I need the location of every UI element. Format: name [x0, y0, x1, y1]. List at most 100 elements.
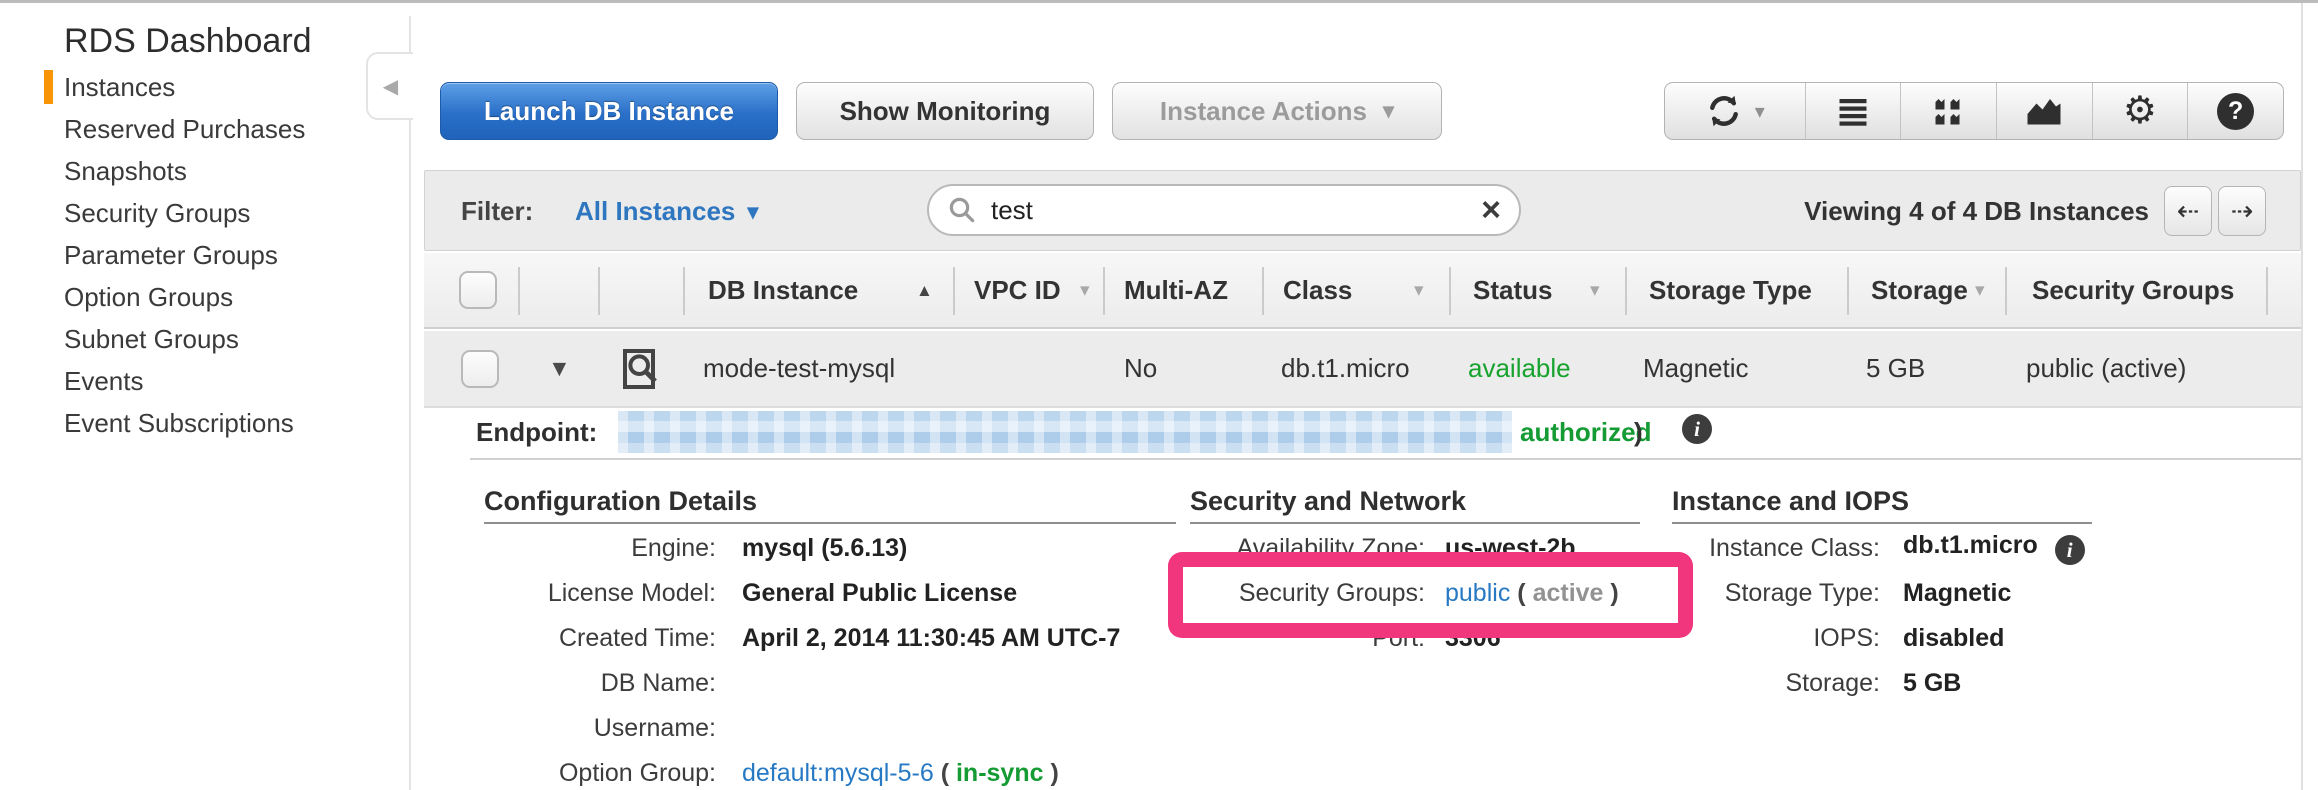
security-group-link[interactable]: public: [1445, 579, 1510, 607]
column-divider: [683, 267, 685, 315]
endpoint-label: Endpoint:: [476, 417, 597, 448]
column-header-storage-type[interactable]: Storage Type: [1649, 275, 1812, 306]
grid-view-button[interactable]: [1900, 83, 1996, 139]
filter-label: Filter:: [461, 196, 533, 227]
column-menu-icon[interactable]: ▾: [1975, 279, 1985, 302]
monitoring-view-button[interactable]: [1996, 83, 2092, 139]
cell-status: available: [1468, 353, 1571, 384]
sidebar-item-reserved-purchases[interactable]: Reserved Purchases: [0, 108, 405, 150]
column-header-vpc-id[interactable]: VPC ID: [974, 275, 1061, 306]
sidebar-item-instances[interactable]: Instances: [0, 66, 405, 108]
column-header-db-instance[interactable]: DB Instance: [708, 275, 858, 306]
refresh-menu-chevron-icon[interactable]: ▾: [1755, 99, 1765, 124]
sidebar-item-subnet-groups[interactable]: Subnet Groups: [0, 318, 405, 360]
select-all-checkbox[interactable]: [459, 271, 497, 309]
cell-multi-az: No: [1124, 353, 1157, 384]
previous-page-button[interactable]: ⇠: [2164, 186, 2212, 236]
endpoint-value-redacted: [618, 411, 1512, 453]
show-monitoring-button[interactable]: Show Monitoring: [796, 82, 1094, 140]
detail-row-engine: Engine: mysql (5.6.13): [484, 532, 1176, 564]
column-divider: [953, 267, 955, 315]
detail-row-instance-class: Instance Class: db.t1.micro i: [1672, 532, 2092, 564]
list-view-button[interactable]: [1805, 83, 1901, 139]
clear-search-icon[interactable]: ×: [1481, 193, 1501, 227]
section-heading: Configuration Details: [484, 486, 1176, 524]
filter-dropdown[interactable]: All Instances ▾: [575, 196, 758, 227]
column-header-status[interactable]: Status: [1473, 275, 1552, 306]
column-header-class[interactable]: Class: [1283, 275, 1352, 306]
instance-actions-button[interactable]: Instance Actions ▾: [1112, 82, 1442, 140]
column-menu-icon[interactable]: ▾: [1590, 279, 1600, 302]
endpoint-status: authorized: [1520, 417, 1651, 448]
detail-row-username: Username:: [484, 712, 1176, 744]
row-checkbox[interactable]: [461, 350, 499, 388]
detail-row-port: Port: 3306: [1190, 622, 1640, 654]
sidebar-divider: [409, 16, 411, 790]
help-icon: ?: [2217, 93, 2254, 130]
endpoint-close-paren: ): [1634, 417, 1643, 448]
detail-row-security-groups: Security Groups: public ( active ): [1190, 577, 1640, 609]
option-group-status: in-sync: [956, 759, 1044, 787]
column-header-multi-az[interactable]: Multi-AZ: [1124, 275, 1228, 306]
sidebar-item-event-subscriptions[interactable]: Event Subscriptions: [0, 402, 405, 444]
table-header: DB Instance ▲ VPC ID ▾ Multi-AZ Class ▾ …: [424, 253, 2301, 329]
sidebar-item-events[interactable]: Events: [0, 360, 405, 402]
launch-db-instance-button[interactable]: Launch DB Instance: [440, 82, 778, 140]
detail-row-iops: IOPS: disabled: [1672, 622, 2092, 654]
sidebar-item-snapshots[interactable]: Snapshots: [0, 150, 405, 192]
section-heading: Instance and IOPS: [1672, 486, 2092, 524]
viewing-count-text: Viewing 4 of 4 DB Instances: [1669, 196, 2149, 227]
filter-bar: Filter: All Instances ▾ × Viewing 4 of 4…: [424, 170, 2301, 251]
option-group-link[interactable]: default:mysql-5-6: [742, 759, 934, 787]
refresh-icon: [1705, 92, 1743, 130]
info-icon[interactable]: i: [2055, 535, 2085, 565]
help-button[interactable]: ?: [2187, 83, 2283, 139]
configuration-details-section: Configuration Details Engine: mysql (5.6…: [484, 486, 1176, 790]
column-divider: [1262, 267, 1264, 315]
next-page-button[interactable]: ⇢: [2218, 186, 2266, 236]
column-divider: [1103, 267, 1105, 315]
info-icon[interactable]: i: [1682, 414, 1712, 444]
detail-row-storage-type: Storage Type: Magnetic: [1672, 577, 2092, 609]
sidebar-item-option-groups[interactable]: Option Groups: [0, 276, 405, 318]
detail-row-availability-zone: Availability Zone: us-west-2b: [1190, 532, 1640, 564]
row-expand-icon[interactable]: ▼: [548, 355, 571, 382]
sort-ascending-icon[interactable]: ▲: [916, 281, 933, 301]
chevron-down-icon: ▾: [747, 201, 758, 223]
page-title: RDS Dashboard: [64, 22, 312, 61]
search-box: ×: [927, 184, 1521, 236]
cell-storage-type: Magnetic: [1643, 353, 1749, 384]
next-page-icon: ⇢: [2231, 196, 2254, 227]
monitoring-chart-icon: [2024, 93, 2064, 129]
chevron-down-icon: ▾: [1383, 100, 1394, 122]
search-input[interactable]: [989, 194, 1481, 227]
column-menu-icon[interactable]: ▾: [1080, 279, 1090, 302]
column-menu-icon[interactable]: ▾: [1414, 279, 1424, 302]
column-header-security-groups[interactable]: Security Groups: [2032, 275, 2234, 306]
settings-gear-icon: ⚙: [2123, 92, 2157, 130]
sidebar-item-parameter-groups[interactable]: Parameter Groups: [0, 234, 405, 276]
cell-class: db.t1.micro: [1281, 353, 1410, 384]
table-row[interactable]: ▼ mode-test-mysql No db.t1.micro availab…: [424, 331, 2301, 408]
refresh-button[interactable]: ▾: [1665, 83, 1805, 139]
sidebar-item-security-groups[interactable]: Security Groups: [0, 192, 405, 234]
grid-view-icon: [1931, 93, 1967, 129]
detail-row-db-name: DB Name:: [484, 667, 1176, 699]
detail-row-license-model: License Model: General Public License: [484, 577, 1176, 609]
search-icon: [947, 195, 977, 225]
column-header-storage[interactable]: Storage: [1871, 275, 1968, 306]
column-divider: [598, 267, 600, 315]
instance-iops-section: Instance and IOPS Instance Class: db.t1.…: [1672, 486, 2092, 712]
top-border: [0, 0, 2318, 3]
right-border: [2301, 3, 2303, 790]
inspect-details-icon[interactable]: [622, 348, 662, 392]
sidebar-nav: Instances Reserved Purchases Snapshots S…: [0, 66, 405, 444]
cell-db-instance: mode-test-mysql: [703, 353, 895, 384]
detail-row-option-group: Option Group: default:mysql-5-6 ( in-syn…: [484, 757, 1176, 789]
section-heading: Security and Network: [1190, 486, 1640, 524]
cell-security-groups: public (active): [2026, 353, 2186, 384]
cell-storage: 5 GB: [1866, 353, 1925, 384]
settings-button[interactable]: ⚙: [2092, 83, 2188, 139]
active-item-bar: [44, 70, 53, 104]
column-divider: [2266, 267, 2268, 315]
